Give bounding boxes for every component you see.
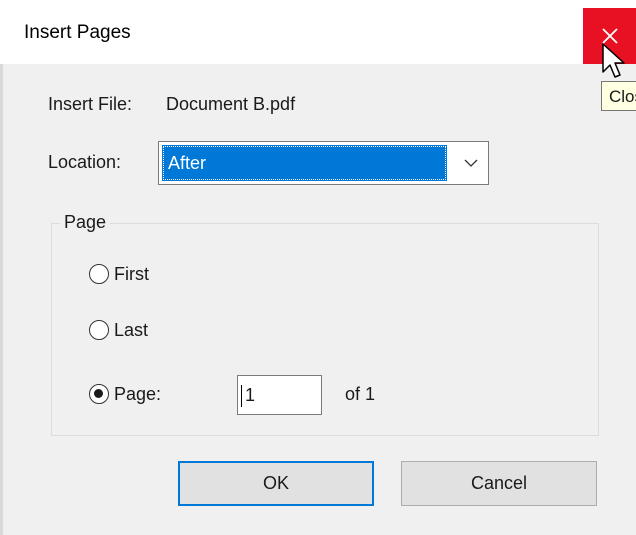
close-tooltip: Close — [601, 81, 636, 111]
window-border — [0, 64, 3, 535]
ok-button[interactable]: OK — [178, 461, 374, 506]
radio-first[interactable] — [89, 264, 109, 284]
dialog-title: Insert Pages — [24, 22, 131, 43]
title-bar[interactable]: Insert Pages — [0, 0, 636, 64]
radio-last-label[interactable]: Last — [114, 320, 148, 341]
radio-last[interactable] — [89, 320, 109, 340]
page-group-legend: Page — [60, 212, 111, 233]
location-label: Location: — [48, 152, 122, 172]
insert-file-value: Document B.pdf — [166, 94, 296, 114]
location-select[interactable]: After — [158, 141, 489, 185]
cancel-button[interactable]: Cancel — [401, 461, 597, 506]
radio-first-label[interactable]: First — [114, 264, 149, 285]
text-caret — [241, 385, 242, 408]
radio-page[interactable] — [89, 384, 109, 404]
insert-file-label: Insert File: — [48, 94, 133, 114]
page-number-input[interactable]: 1 — [237, 375, 322, 415]
page-number-value: 1 — [245, 385, 256, 405]
location-selected-value: After — [162, 145, 447, 181]
radio-page-label[interactable]: Page: — [114, 384, 161, 405]
page-count-label: of 1 — [345, 384, 376, 404]
mouse-cursor-icon — [602, 43, 625, 78]
insert-pages-dialog: Insert Pages Close Insert File: Document… — [0, 0, 636, 535]
chevron-down-icon — [464, 159, 478, 167]
